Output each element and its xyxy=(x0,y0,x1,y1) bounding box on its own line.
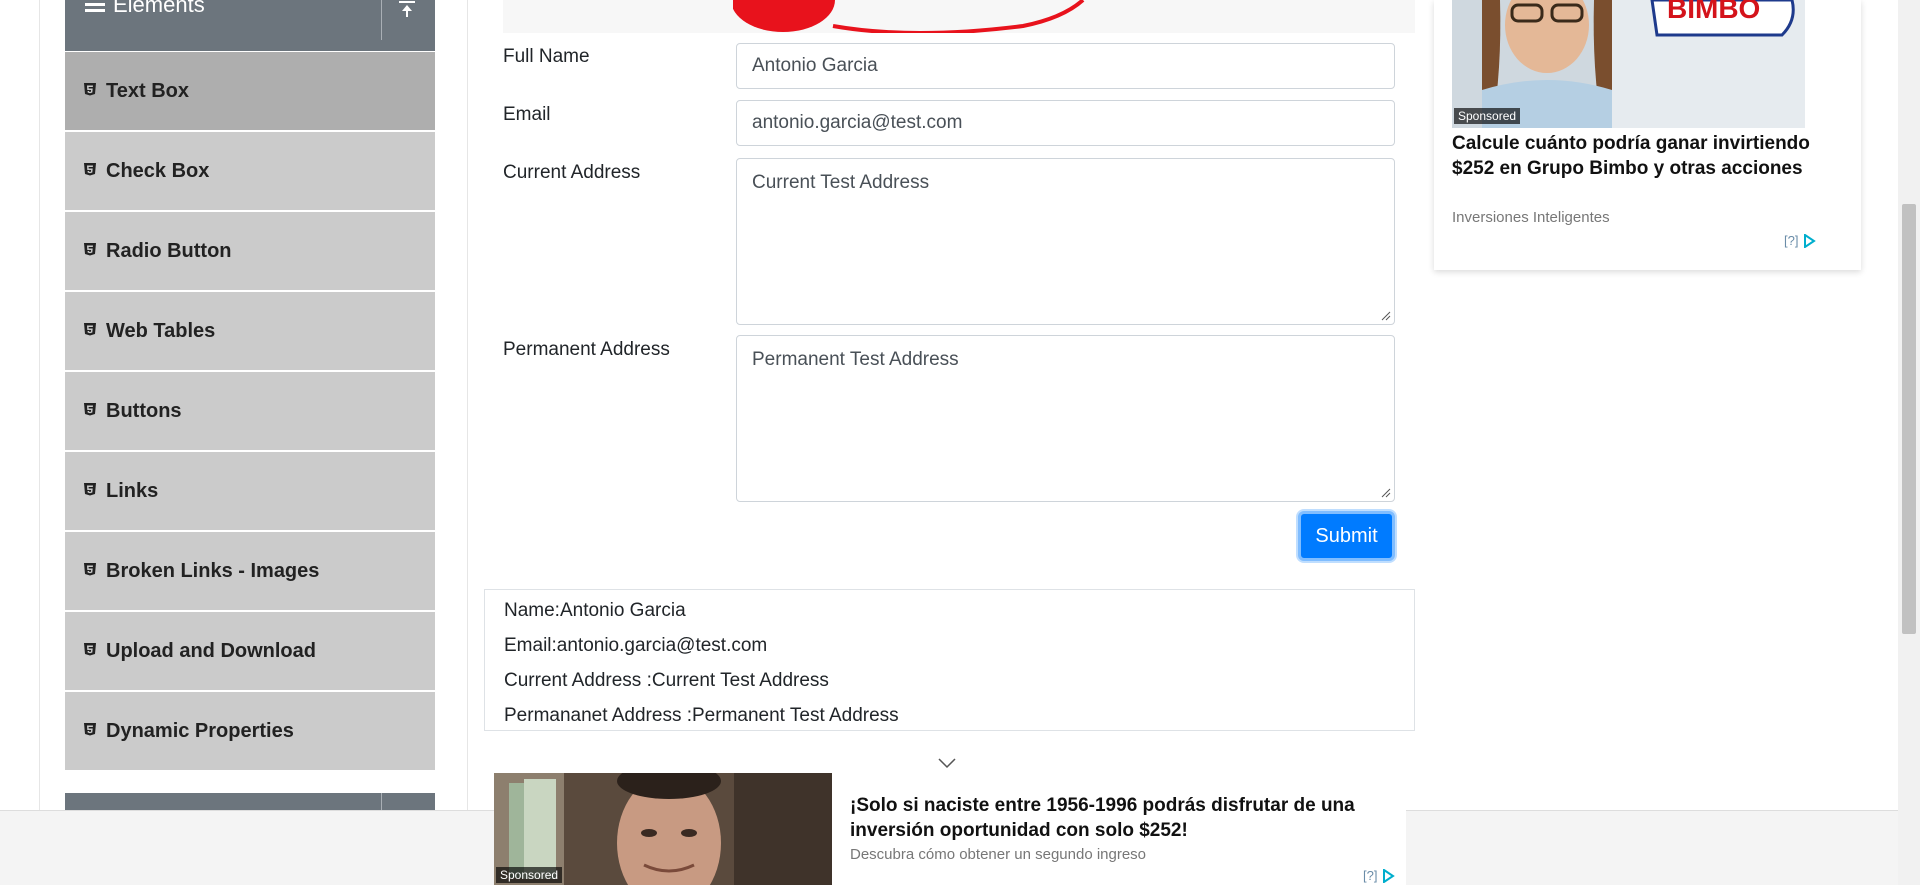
bottom-ad[interactable]: Sponsored ¡Solo si naciste entre 1956-19… xyxy=(494,773,1406,885)
current-address-value: Current Test Address xyxy=(752,172,930,193)
sidebar-item-check-box[interactable]: Check Box xyxy=(65,131,435,211)
html5-icon xyxy=(83,562,97,576)
output-email: Email:antonio.garcia@test.com xyxy=(504,635,768,656)
output-name: Name:Antonio Garcia xyxy=(504,600,686,621)
sponsored-badge: Sponsored xyxy=(496,867,563,883)
full-name-label: Full Name xyxy=(503,46,590,67)
scrollbar-thumb[interactable] xyxy=(1902,204,1916,634)
permanent-address-value: Permanent Test Address xyxy=(752,349,959,370)
side-ad[interactable]: BIMBO Sponsored Calcule cuánto podría ga… xyxy=(1434,0,1861,270)
permanent-address-label: Permanent Address xyxy=(503,339,670,360)
sidebar-item-broken-links-images[interactable]: Broken Links - Images xyxy=(65,531,435,611)
group-title: Elements xyxy=(85,0,205,18)
main-divider xyxy=(467,0,468,810)
ad-source: Inversiones Inteligentes xyxy=(1452,209,1610,226)
chevron-down-icon[interactable] xyxy=(937,757,957,769)
sidebar-menu: Text Box Check Box Radio Button Web Tables B… xyxy=(65,51,435,771)
adchoices-icon[interactable] xyxy=(1381,868,1396,883)
html5-icon xyxy=(83,402,97,416)
page-scrollbar[interactable] xyxy=(1898,0,1920,885)
current-address-label: Current Address xyxy=(503,162,641,183)
menu-icon xyxy=(85,0,107,18)
adchoices[interactable]: [?] xyxy=(1363,868,1396,883)
output-current-address: Current Address :Current Test Address xyxy=(504,670,829,691)
adchoices[interactable]: [?] xyxy=(1784,233,1817,248)
header-separator xyxy=(381,0,382,40)
elements-group-header[interactable]: Elements xyxy=(65,0,435,51)
html5-icon xyxy=(83,242,97,256)
adchoices-icon[interactable] xyxy=(1802,233,1817,248)
sidebar-item-label: Web Tables xyxy=(106,319,216,342)
sidebar-item-label: Radio Button xyxy=(106,239,232,262)
sidebar-item-label: Broken Links - Images xyxy=(106,559,320,582)
html5-icon xyxy=(83,722,97,736)
current-address-textarea[interactable]: Current Test Address xyxy=(736,158,1395,325)
permanent-address-textarea[interactable]: Permanent Test Address xyxy=(736,335,1395,502)
sidebar-item-label: Check Box xyxy=(106,159,210,182)
resize-grip-icon[interactable] xyxy=(1381,311,1391,321)
sidebar-item-label: Buttons xyxy=(106,399,182,422)
sidebar-item-radio-button[interactable]: Radio Button xyxy=(65,211,435,291)
sidebar-item-web-tables[interactable]: Web Tables xyxy=(65,291,435,371)
full-name-input[interactable]: Antonio Garcia xyxy=(736,43,1395,89)
submit-button[interactable]: Submit xyxy=(1298,511,1395,561)
adchoices-help[interactable]: [?] xyxy=(1363,868,1377,883)
output-panel: Name:Antonio Garcia Email:antonio.garcia… xyxy=(484,589,1415,731)
sponsored-badge: Sponsored xyxy=(1454,108,1521,124)
html5-icon xyxy=(83,482,97,496)
html5-icon xyxy=(83,642,97,656)
email-input[interactable]: antonio.garcia@test.com xyxy=(736,100,1395,146)
resize-grip-icon[interactable] xyxy=(1381,488,1391,498)
sidebar-item-buttons[interactable]: Buttons xyxy=(65,371,435,451)
sidebar-item-label: Upload and Download xyxy=(106,639,316,662)
ad-headline[interactable]: ¡Solo si naciste entre 1956-1996 podrás … xyxy=(850,793,1390,843)
sidebar-item-upload-and-download[interactable]: Upload and Download xyxy=(65,611,435,691)
left-divider xyxy=(39,0,40,810)
sidebar-item-dynamic-properties[interactable]: Dynamic Properties xyxy=(65,691,435,771)
sidebar-item-label: Dynamic Properties xyxy=(106,719,294,742)
sidebar-item-links[interactable]: Links xyxy=(65,451,435,531)
sidebar-item-label: Text Box xyxy=(106,79,189,102)
banner-image xyxy=(503,0,1415,33)
collapse-icon[interactable] xyxy=(395,0,419,20)
ad-headline[interactable]: Calcule cuánto podría ganar invirtiendo … xyxy=(1452,131,1847,181)
html5-icon xyxy=(83,162,97,176)
sidebar-item-label: Links xyxy=(106,479,159,502)
ad-source: Descubra cómo obtener un segundo ingreso xyxy=(850,846,1147,863)
adchoices-help[interactable]: [?] xyxy=(1784,233,1798,248)
output-permanent-address: Permananet Address :Permanent Test Addre… xyxy=(504,705,899,726)
banner-logo-icon xyxy=(733,0,1085,33)
html5-icon xyxy=(83,322,97,336)
html5-icon xyxy=(83,82,97,96)
email-label: Email xyxy=(503,104,551,125)
bimbo-logo: BIMBO xyxy=(1667,0,1760,24)
sidebar-item-text-box[interactable]: Text Box xyxy=(65,51,435,131)
group-title-text: Elements xyxy=(113,0,205,17)
